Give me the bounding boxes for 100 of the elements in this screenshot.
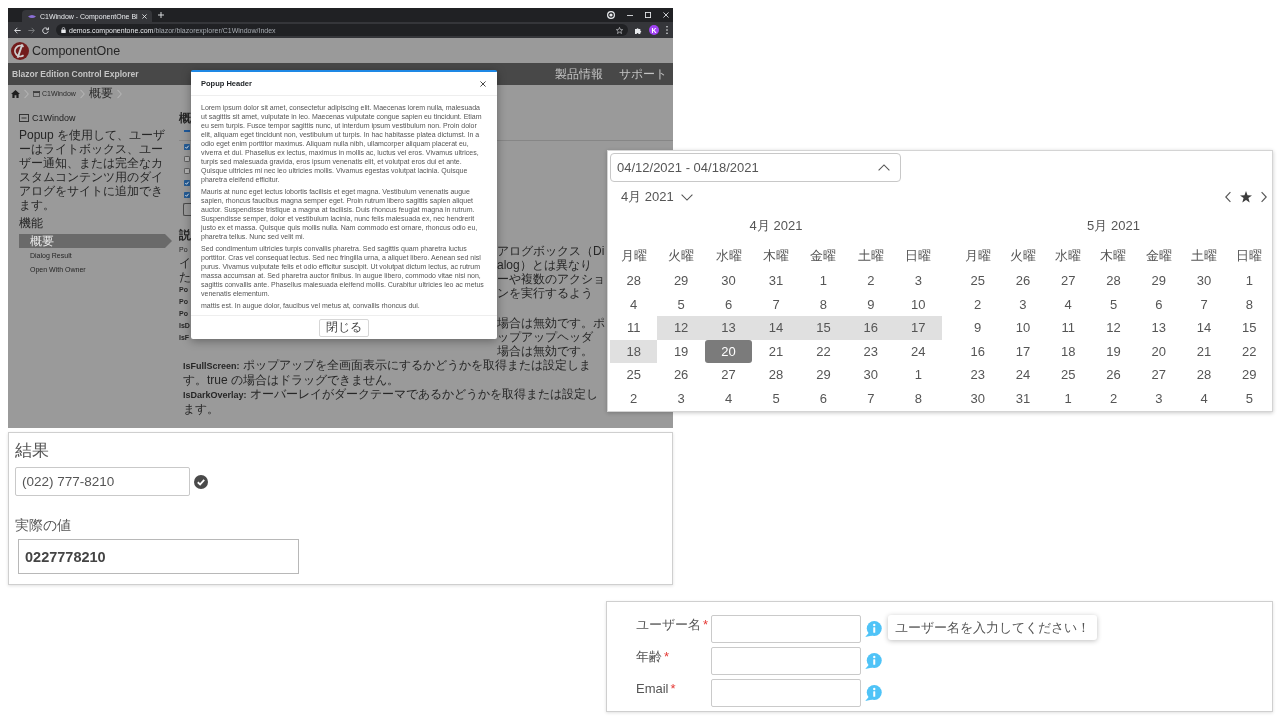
day-cell[interactable]: 21 (1181, 339, 1227, 363)
day-cell[interactable]: 21 (752, 339, 800, 363)
day-cell[interactable]: 1 (1226, 269, 1272, 293)
day-cell[interactable]: 6 (1136, 292, 1182, 316)
day-cell[interactable]: 11 (610, 316, 658, 340)
day-cell[interactable]: 8 (799, 292, 848, 316)
day-cell[interactable]: 20 (704, 339, 753, 363)
day-cell[interactable]: 17 (894, 316, 942, 340)
day-cell[interactable]: 1 (799, 269, 848, 293)
day-cell[interactable]: 25 (955, 269, 1001, 293)
chevron-up-icon[interactable] (878, 164, 890, 171)
day-cell[interactable]: 10 (894, 292, 942, 316)
close-icon[interactable] (480, 80, 486, 87)
day-cell[interactable]: 12 (1090, 316, 1137, 340)
day-cell[interactable]: 4 (1181, 386, 1227, 410)
day-cell[interactable]: 28 (1090, 269, 1137, 293)
day-cell[interactable]: 9 (955, 316, 1001, 340)
day-cell[interactable]: 29 (799, 363, 848, 387)
day-cell[interactable]: 26 (1090, 363, 1137, 387)
day-cell[interactable]: 9 (847, 292, 895, 316)
close-button[interactable]: 閉じる (319, 318, 369, 337)
day-cell[interactable]: 31 (1000, 386, 1046, 410)
day-cell[interactable]: 30 (1181, 269, 1227, 293)
day-cell[interactable]: 25 (1045, 363, 1091, 387)
sidebar-item[interactable]: 概要 (19, 234, 172, 248)
day-cell[interactable]: 5 (1090, 292, 1137, 316)
day-cell[interactable]: 16 (847, 316, 895, 340)
minimize-icon[interactable] (627, 14, 633, 16)
star-icon[interactable] (616, 26, 623, 34)
day-cell[interactable]: 26 (1000, 269, 1046, 293)
day-cell[interactable]: 1 (894, 363, 942, 387)
back-icon[interactable] (14, 26, 21, 34)
day-cell[interactable]: 18 (610, 339, 658, 363)
day-cell[interactable]: 2 (610, 386, 658, 410)
puzzle-icon[interactable] (635, 26, 642, 34)
reload-icon[interactable] (42, 26, 49, 34)
day-cell[interactable]: 6 (704, 292, 753, 316)
day-cell[interactable]: 30 (955, 386, 1001, 410)
day-cell[interactable]: 24 (1000, 363, 1046, 387)
day-cell[interactable]: 22 (799, 339, 848, 363)
checkbox[interactable] (184, 156, 190, 162)
day-cell[interactable]: 5 (657, 292, 705, 316)
day-cell[interactable]: 13 (1136, 316, 1182, 340)
date-range-field[interactable]: 04/12/2021 - 04/18/2021 (610, 153, 901, 182)
day-cell[interactable]: 24 (894, 339, 942, 363)
dot-circle-icon[interactable] (607, 11, 615, 19)
day-cell[interactable]: 27 (1045, 269, 1091, 293)
day-cell[interactable]: 3 (894, 269, 942, 293)
day-cell[interactable]: 30 (847, 363, 895, 387)
checkbox[interactable] (184, 168, 190, 174)
day-cell[interactable]: 29 (1226, 363, 1272, 387)
nav-link[interactable]: サポート (619, 65, 667, 83)
phone-input[interactable]: (022) 777-8210 (15, 467, 190, 496)
day-cell[interactable]: 12 (657, 316, 705, 340)
day-cell[interactable]: 7 (847, 386, 895, 410)
day-cell[interactable]: 5 (752, 386, 800, 410)
plus-icon[interactable] (157, 12, 164, 18)
day-cell[interactable]: 28 (752, 363, 800, 387)
day-cell[interactable]: 19 (1090, 339, 1137, 363)
day-cell[interactable]: 26 (657, 363, 705, 387)
day-cell[interactable]: 17 (1000, 339, 1046, 363)
day-cell[interactable]: 23 (955, 363, 1001, 387)
day-cell[interactable]: 19 (657, 339, 705, 363)
day-cell[interactable]: 2 (847, 269, 895, 293)
day-cell[interactable]: 29 (1136, 269, 1182, 293)
day-cell[interactable]: 2 (955, 292, 1001, 316)
day-cell[interactable]: 25 (610, 363, 658, 387)
day-cell[interactable]: 4 (610, 292, 658, 316)
day-cell[interactable]: 28 (610, 269, 658, 293)
chevron-left-icon[interactable] (1225, 191, 1231, 203)
nav-link[interactable]: 製品情報 (555, 65, 603, 83)
day-cell[interactable]: 27 (1136, 363, 1182, 387)
day-cell[interactable]: 18 (1045, 339, 1091, 363)
day-cell[interactable]: 5 (1226, 386, 1272, 410)
day-cell[interactable]: 14 (1181, 316, 1227, 340)
day-cell[interactable]: 6 (799, 386, 848, 410)
day-cell[interactable]: 10 (1000, 316, 1046, 340)
day-cell[interactable]: 29 (657, 269, 705, 293)
day-cell[interactable]: 15 (1226, 316, 1272, 340)
month-picker-button[interactable]: 4月 2021 (621, 188, 693, 206)
day-cell[interactable]: 3 (657, 386, 705, 410)
day-cell[interactable]: 14 (752, 316, 800, 340)
maximize-icon[interactable] (645, 12, 651, 18)
chevron-right-icon[interactable] (1261, 191, 1267, 203)
day-cell[interactable]: 15 (799, 316, 848, 340)
day-cell[interactable]: 2 (1090, 386, 1137, 410)
breadcrumb-link[interactable]: 概要 (88, 85, 113, 102)
day-cell[interactable]: 8 (1226, 292, 1272, 316)
day-cell[interactable]: 3 (1000, 292, 1046, 316)
day-cell[interactable]: 7 (1181, 292, 1227, 316)
text-input[interactable] (711, 647, 861, 675)
day-cell[interactable]: 31 (752, 269, 800, 293)
day-cell[interactable]: 13 (704, 316, 753, 340)
day-cell[interactable]: 28 (1181, 363, 1227, 387)
forward-icon[interactable] (28, 26, 35, 34)
day-cell[interactable]: 4 (704, 386, 753, 410)
text-input[interactable] (711, 679, 861, 707)
day-cell[interactable]: 3 (1136, 386, 1182, 410)
day-cell[interactable]: 20 (1136, 339, 1182, 363)
day-cell[interactable]: 30 (704, 269, 753, 293)
